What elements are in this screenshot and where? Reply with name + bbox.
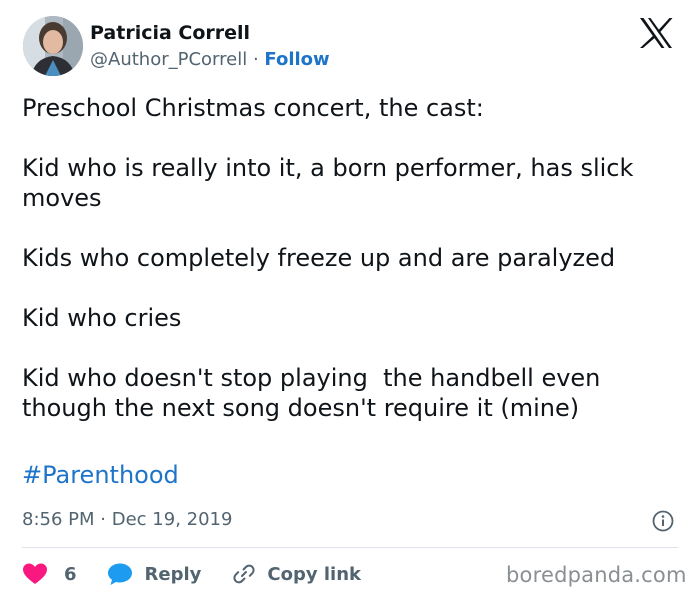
- paragraph-spacer: [22, 333, 682, 363]
- paragraph-spacer: [22, 123, 682, 153]
- x-logo-icon[interactable]: [638, 17, 674, 49]
- watermark: boredpanda.com: [506, 563, 687, 587]
- link-icon: [233, 564, 255, 584]
- paragraph-spacer: [22, 273, 682, 303]
- author-display-name[interactable]: Patricia Correll: [90, 22, 250, 44]
- like-button[interactable]: 6: [22, 562, 107, 586]
- tweet-paragraph: Kid who doesn't stop playing the handbel…: [22, 364, 609, 422]
- heart-icon: [23, 563, 47, 584]
- tweet-date: Dec 19, 2019: [111, 509, 233, 530]
- tweet-paragraph: Kid who cries: [22, 304, 182, 332]
- handle-separator: ·: [252, 49, 259, 70]
- copy-link-label: Copy link: [267, 563, 361, 585]
- tweet-paragraph: Kids who completely freeze up and are pa…: [22, 244, 616, 272]
- timestamp[interactable]: 8:56 PM · Dec 19, 2019: [22, 509, 232, 530]
- paragraph-spacer: [22, 213, 682, 243]
- date-separator: ·: [100, 509, 106, 530]
- action-bar: 6 Reply Copy link: [22, 560, 361, 588]
- info-icon[interactable]: [652, 510, 674, 532]
- like-count: 6: [64, 563, 77, 585]
- tweet-time: 8:56 PM: [22, 509, 95, 530]
- reply-button[interactable]: Reply: [107, 562, 232, 586]
- avatar[interactable]: [23, 16, 83, 76]
- divider: [22, 547, 678, 548]
- author-handle[interactable]: @Author_PCorrell: [90, 49, 247, 70]
- author-handle-line: @Author_PCorrell · Follow: [90, 49, 330, 70]
- hashtag-link[interactable]: #Parenthood: [22, 461, 179, 489]
- tweet-text: Preschool Christmas concert, the cast: K…: [22, 93, 682, 423]
- tweet-paragraph: Kid who is really into it, a born perfor…: [22, 154, 642, 212]
- follow-button[interactable]: Follow: [264, 49, 329, 70]
- tweet-paragraph: Preschool Christmas concert, the cast:: [22, 94, 484, 122]
- copy-link-button[interactable]: Copy link: [231, 562, 361, 586]
- reply-label: Reply: [144, 563, 202, 585]
- speech-bubble-icon: [107, 563, 132, 585]
